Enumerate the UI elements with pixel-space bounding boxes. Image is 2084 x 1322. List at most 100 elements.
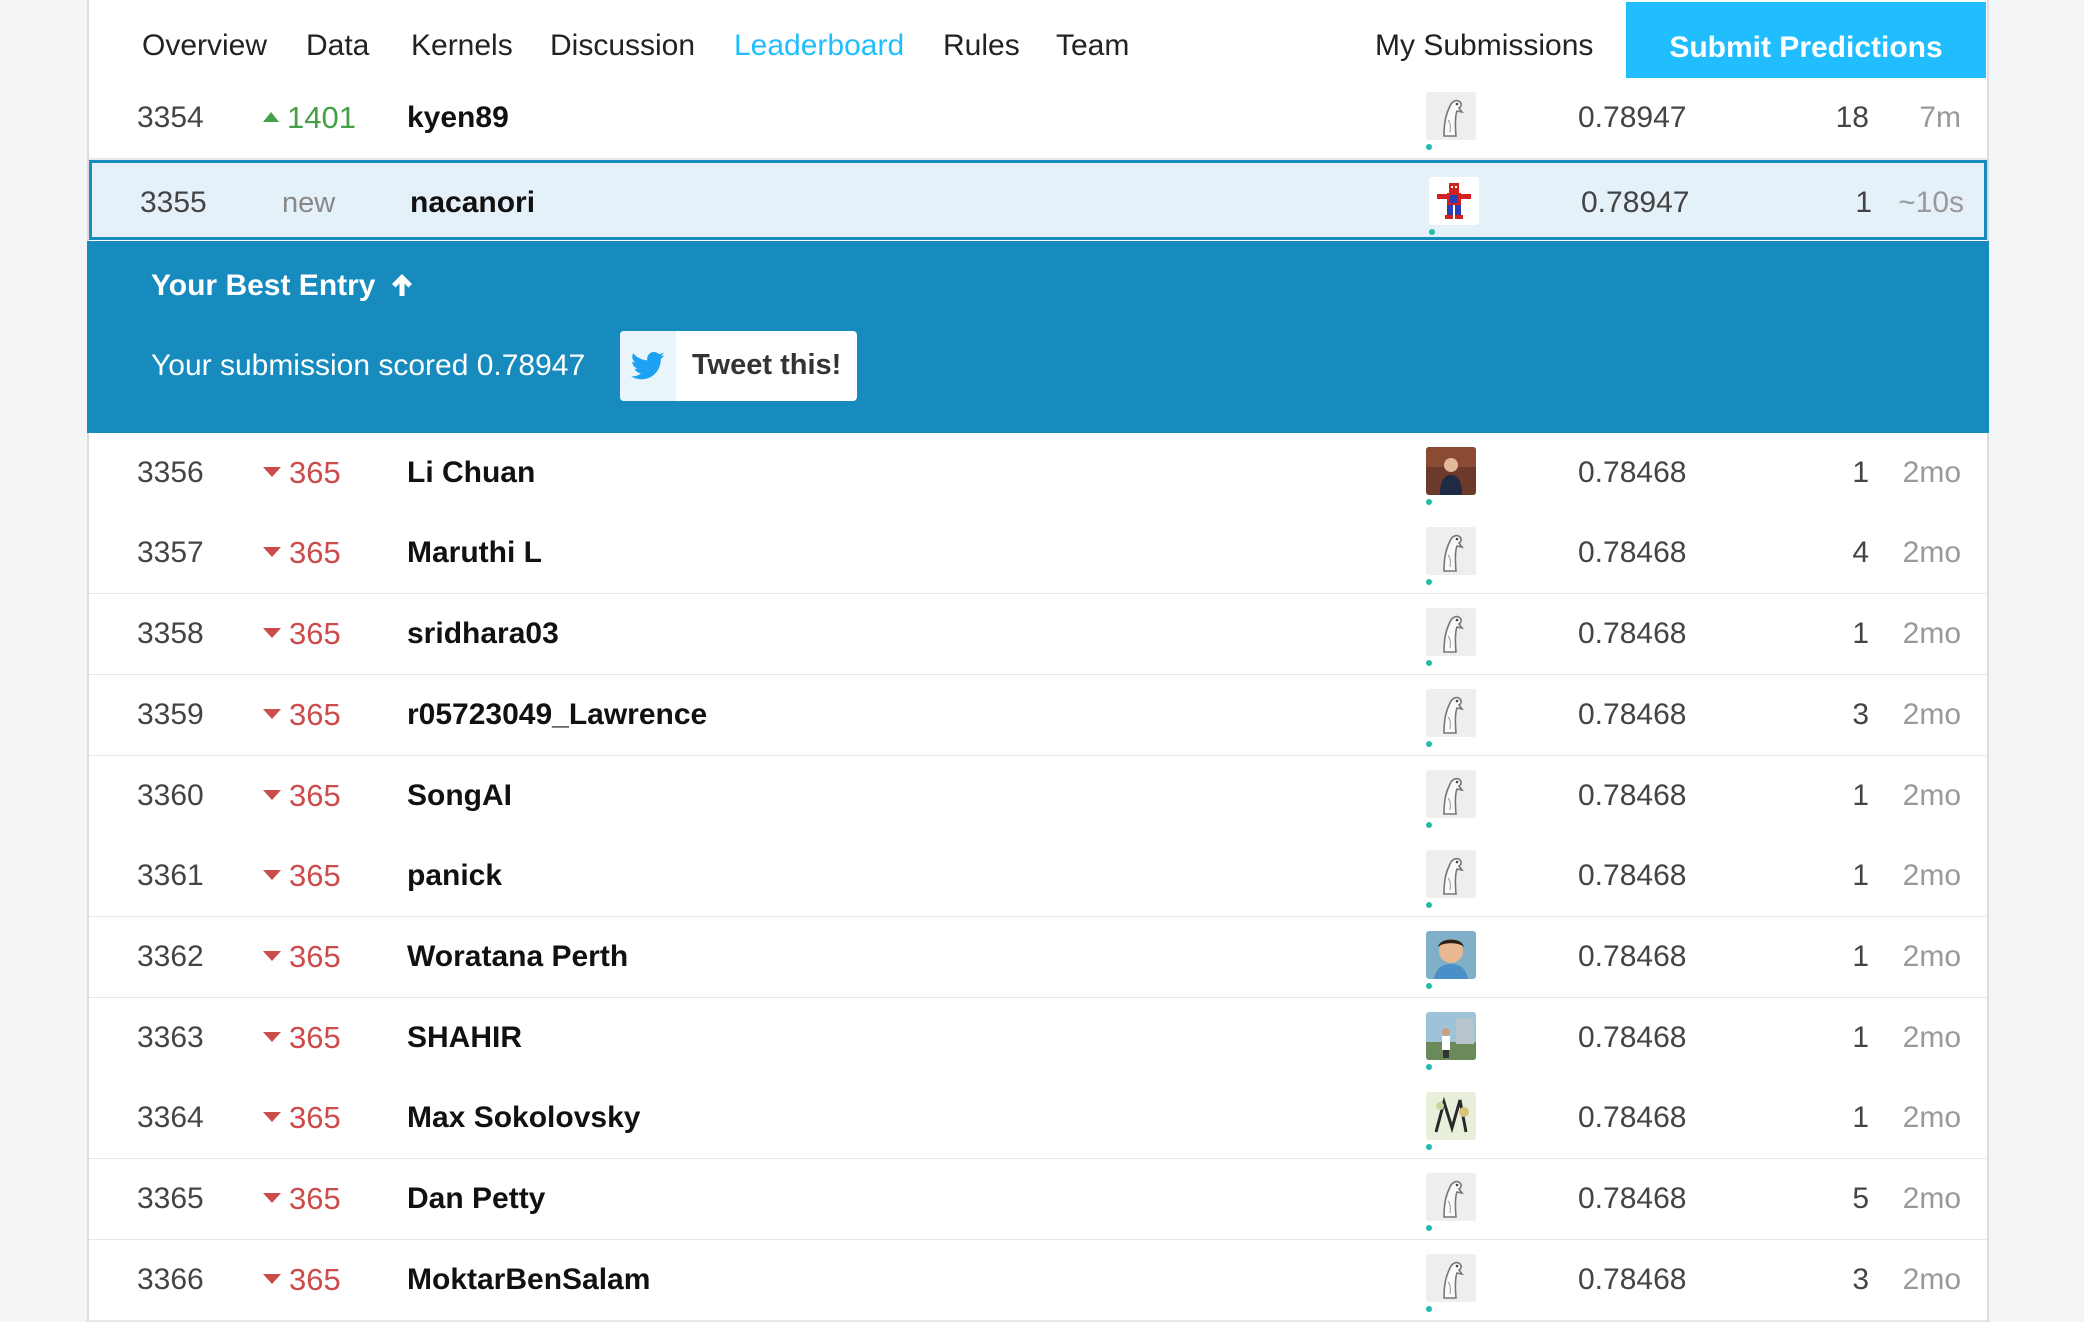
entries-count: 1 <box>1855 186 1872 219</box>
tier-dot-icon <box>1426 1064 1432 1070</box>
team-name-link[interactable]: Max Sokolovsky <box>407 1078 640 1158</box>
rank-number: 3365 <box>137 1182 204 1215</box>
rank-number: 3366 <box>137 1263 204 1296</box>
caret-down-icon <box>263 1273 281 1284</box>
avatar[interactable] <box>1426 931 1476 979</box>
best-entry-message: Your submission scored 0.78947 <box>151 349 586 382</box>
rank-change-value: 365 <box>289 1020 341 1055</box>
rank-change-value: 1401 <box>287 100 356 135</box>
team-name-link[interactable]: r05723049_Lawrence <box>407 675 707 755</box>
last-submission: 2mo <box>1902 536 1961 569</box>
rank-change: 365 <box>263 1240 353 1320</box>
team-name-link[interactable]: sridhara03 <box>407 594 559 674</box>
team-name-link[interactable]: Dan Petty <box>407 1159 545 1239</box>
last-submission: ~10s <box>1898 186 1964 219</box>
leaderboard-row[interactable]: 3355 new nacanori 0.78947 1 ~10s <box>89 160 1987 240</box>
leaderboard-row[interactable]: 3357 365 Maruthi L 0.78468 4 2mo <box>89 513 1987 595</box>
avatar[interactable] <box>1426 1092 1476 1140</box>
leaderboard-row[interactable]: 3361 365 panick 0.78468 1 2mo <box>89 836 1987 918</box>
leaderboard-row[interactable]: 3359 365 r05723049_Lawrence 0.78468 3 2mo <box>89 675 1987 757</box>
caret-down-icon <box>263 546 281 557</box>
rank-change-value: 365 <box>289 1100 341 1135</box>
entries-count: 1 <box>1852 617 1869 650</box>
public-score: 0.78468 <box>1578 1263 1687 1296</box>
avatar[interactable] <box>1426 92 1476 140</box>
leaderboard-row[interactable]: 3365 365 Dan Petty 0.78468 5 2mo <box>89 1159 1987 1241</box>
rank-number: 3361 <box>137 859 204 892</box>
leaderboard-row[interactable]: 3358 365 sridhara03 0.78468 1 2mo <box>89 594 1987 676</box>
caret-down-icon <box>263 869 281 880</box>
caret-down-icon <box>263 627 281 638</box>
rank-number: 3364 <box>137 1101 204 1134</box>
twitter-bird-icon <box>620 331 676 401</box>
avatar[interactable] <box>1426 1173 1476 1221</box>
tier-dot-icon <box>1426 983 1432 989</box>
team-name-link[interactable]: Li Chuan <box>407 433 535 513</box>
team-name-link[interactable]: panick <box>407 836 502 916</box>
team-name-link[interactable]: Maruthi L <box>407 513 542 593</box>
tier-dot-icon <box>1426 1144 1432 1150</box>
rank-change: 365 <box>263 998 353 1078</box>
public-score: 0.78947 <box>1581 186 1690 219</box>
team-name-link[interactable]: nacanori <box>410 163 535 243</box>
best-entry-title: Your Best Entry <box>151 269 414 303</box>
avatar[interactable] <box>1426 770 1476 818</box>
leaderboard-row[interactable]: 3362 365 Woratana Perth 0.78468 1 2mo <box>89 917 1987 999</box>
public-score: 0.78947 <box>1578 101 1687 134</box>
team-name-link[interactable]: SongAI <box>407 756 512 836</box>
leaderboard-page: Overview Data Kernels Discussion Leaderb… <box>87 0 1989 1322</box>
entries-count: 4 <box>1852 536 1869 569</box>
team-name-link[interactable]: SHAHIR <box>407 998 522 1078</box>
tweet-button-label: Tweet this! <box>692 349 842 381</box>
leaderboard-row[interactable]: 3354 1401 kyen89 0.78947 18 7m <box>89 78 1987 160</box>
entries-count: 18 <box>1835 101 1869 134</box>
public-score: 0.78468 <box>1578 617 1687 650</box>
team-name-link[interactable]: Woratana Perth <box>407 917 628 997</box>
avatar[interactable] <box>1426 689 1476 737</box>
rank-number: 3355 <box>140 186 207 219</box>
rank-change: 365 <box>263 756 353 836</box>
rank-change: 365 <box>263 433 353 513</box>
tier-dot-icon <box>1426 579 1432 585</box>
avatar[interactable] <box>1426 447 1476 495</box>
caret-down-icon <box>263 1111 281 1122</box>
rank-number: 3354 <box>137 101 204 134</box>
leaderboard-row[interactable]: 3366 365 MoktarBenSalam 0.78468 3 2mo <box>89 1240 1987 1322</box>
last-submission: 2mo <box>1902 1101 1961 1134</box>
avatar[interactable] <box>1426 1254 1476 1302</box>
leaderboard-row[interactable]: 3364 365 Max Sokolovsky 0.78468 1 2mo <box>89 1078 1987 1160</box>
avatar[interactable] <box>1426 527 1476 575</box>
tier-dot-icon <box>1426 741 1432 747</box>
public-score: 0.78468 <box>1578 1101 1687 1134</box>
caret-down-icon <box>263 789 281 800</box>
avatar[interactable] <box>1426 1012 1476 1060</box>
last-submission: 2mo <box>1902 617 1961 650</box>
rank-change: 365 <box>263 1159 353 1239</box>
rank-change-value: 365 <box>289 858 341 893</box>
rank-change: 365 <box>263 513 353 593</box>
team-name-link[interactable]: MoktarBenSalam <box>407 1240 650 1320</box>
best-entry-title-text: Your Best Entry <box>151 269 376 302</box>
caret-down-icon <box>263 950 281 961</box>
tweet-button[interactable]: Tweet this! <box>620 331 857 401</box>
rank-change-value: 365 <box>289 616 341 651</box>
leaderboard-row[interactable]: 3356 365 Li Chuan 0.78468 1 2mo <box>89 433 1987 515</box>
tier-dot-icon <box>1426 1306 1432 1312</box>
avatar[interactable] <box>1426 608 1476 656</box>
rank-change-value: 365 <box>289 778 341 813</box>
entries-count: 1 <box>1852 779 1869 812</box>
entries-count: 3 <box>1852 1263 1869 1296</box>
team-name-link[interactable]: kyen89 <box>407 78 509 158</box>
rank-number: 3358 <box>137 617 204 650</box>
leaderboard-row[interactable]: 3360 365 SongAI 0.78468 1 2mo <box>89 756 1987 838</box>
tier-dot-icon <box>1426 902 1432 908</box>
rank-change: 365 <box>263 917 353 997</box>
avatar[interactable] <box>1426 850 1476 898</box>
last-submission: 7m <box>1919 101 1961 134</box>
tier-dot-icon <box>1426 499 1432 505</box>
avatar[interactable] <box>1429 177 1479 225</box>
rank-change: 365 <box>263 1078 353 1158</box>
leaderboard-row[interactable]: 3363 365 SHAHIR 0.78468 1 2mo <box>89 998 1987 1080</box>
public-score: 0.78468 <box>1578 940 1687 973</box>
rank-number: 3360 <box>137 779 204 812</box>
